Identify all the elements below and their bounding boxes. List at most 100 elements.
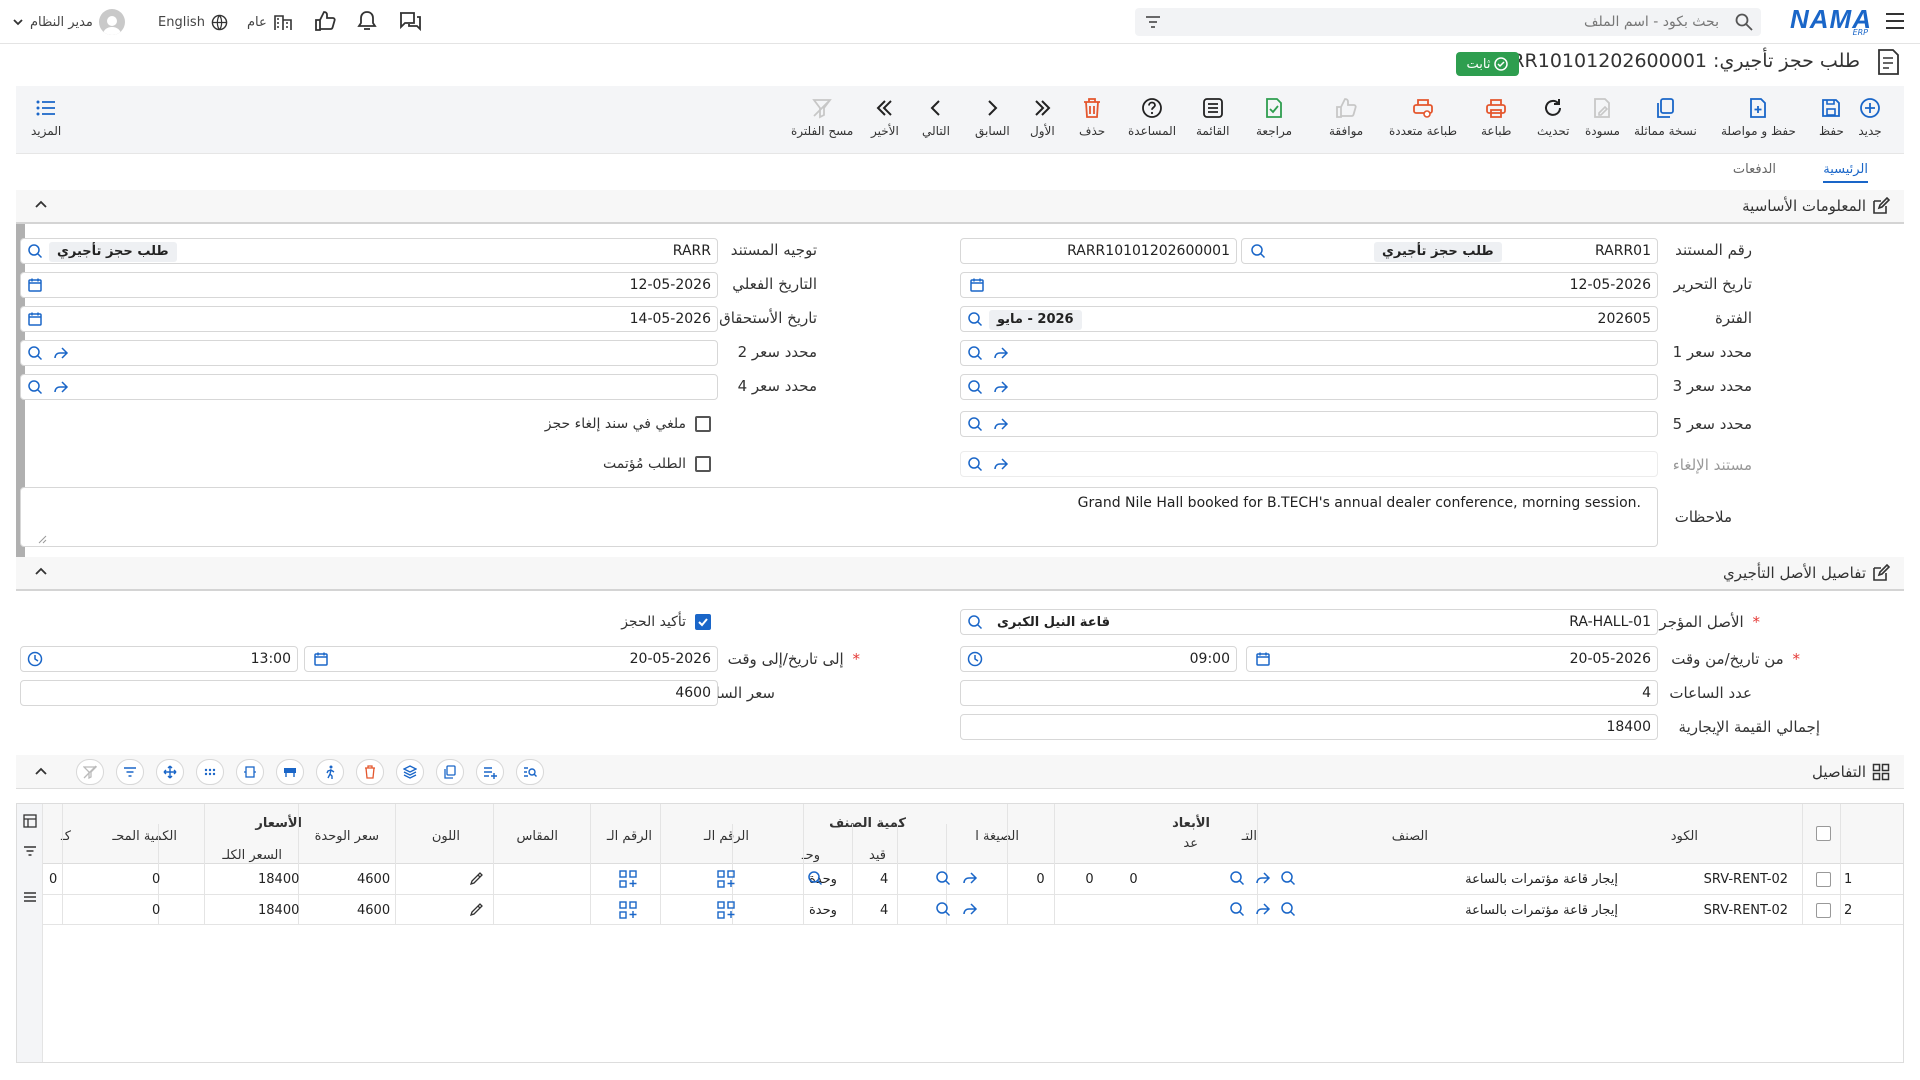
price3-field[interactable] bbox=[960, 374, 1658, 400]
chevron-up-icon[interactable] bbox=[34, 565, 48, 579]
thumbs-up-icon[interactable] bbox=[314, 10, 336, 32]
basic-info-header[interactable]: المعلومات الأساسية bbox=[16, 190, 1904, 224]
last-button[interactable]: الأخير bbox=[871, 96, 899, 138]
calendar-icon[interactable] bbox=[1255, 651, 1271, 667]
refresh-button[interactable]: تحديث bbox=[1537, 96, 1570, 138]
due-date-field[interactable]: 14-05-2026 bbox=[20, 306, 718, 332]
select-all-checkbox[interactable] bbox=[1816, 826, 1831, 841]
search-refresh-icon[interactable] bbox=[807, 870, 823, 886]
add-grid-icon[interactable] bbox=[717, 901, 735, 919]
notes-textarea[interactable]: Grand Nile Hall booked for B.TECH's annu… bbox=[20, 487, 1658, 547]
from-date-field[interactable]: 20-05-2026 bbox=[1246, 646, 1658, 672]
search-refresh-icon[interactable] bbox=[27, 243, 43, 259]
save-continue-button[interactable]: حفظ و مواصلة bbox=[1721, 96, 1796, 138]
automated-checkbox[interactable] bbox=[695, 456, 711, 472]
to-date-field[interactable]: 20-05-2026 bbox=[304, 646, 718, 672]
first-button[interactable]: الأول bbox=[1030, 96, 1055, 138]
delete-row-icon[interactable] bbox=[356, 759, 384, 785]
share-icon[interactable] bbox=[53, 379, 69, 395]
calendar-icon[interactable] bbox=[27, 277, 43, 293]
color-picker-icon[interactable] bbox=[469, 903, 483, 917]
search-refresh-icon[interactable] bbox=[967, 614, 983, 630]
hours-field[interactable]: 4 bbox=[960, 680, 1658, 706]
price1-field[interactable] bbox=[960, 340, 1658, 366]
filter-icon[interactable] bbox=[116, 759, 144, 785]
calendar-icon[interactable] bbox=[313, 651, 329, 667]
col-header-unit-price[interactable]: سعر الوحدة bbox=[315, 829, 379, 844]
share-icon[interactable] bbox=[53, 345, 69, 361]
search-refresh-icon[interactable] bbox=[935, 901, 951, 917]
confirm-booking-checkbox[interactable] bbox=[695, 614, 711, 630]
search-refresh-icon[interactable] bbox=[1250, 243, 1266, 259]
chat-icon[interactable] bbox=[398, 10, 422, 32]
help-button[interactable]: المساعدة bbox=[1128, 96, 1176, 138]
col-header-qty[interactable]: قيد bbox=[869, 848, 886, 863]
prev-button[interactable]: السابق bbox=[975, 96, 1010, 138]
add-grid-icon[interactable] bbox=[717, 870, 735, 888]
clock-icon[interactable] bbox=[27, 651, 43, 667]
asset-field[interactable]: RA-HALL-01 قاعة النيل الكبرى bbox=[960, 609, 1658, 635]
doc-number-field[interactable]: RARR01 طلب حجز تأجيري bbox=[1241, 238, 1658, 264]
clear-filter-button[interactable]: مسح الفلترة bbox=[791, 96, 853, 138]
row-checkbox[interactable] bbox=[1816, 872, 1831, 887]
fit-columns-icon[interactable] bbox=[236, 759, 264, 785]
search-refresh-icon[interactable] bbox=[1280, 870, 1296, 886]
col-header-total-price[interactable]: السعر الكلـ bbox=[222, 848, 282, 863]
resize-handle-icon[interactable] bbox=[37, 534, 47, 544]
search-refresh-icon[interactable] bbox=[1280, 901, 1296, 917]
doc-direction-field[interactable]: RARR طلب حجز تأجيري bbox=[20, 238, 718, 264]
edit-date-field[interactable]: 12-05-2026 bbox=[960, 272, 1658, 298]
clear-filter-icon[interactable] bbox=[76, 759, 104, 785]
cancelled-checkbox[interactable] bbox=[695, 416, 711, 432]
move-icon[interactable] bbox=[156, 759, 184, 785]
search-refresh-icon[interactable] bbox=[967, 416, 983, 432]
dots-grid-icon[interactable] bbox=[196, 759, 224, 785]
to-time-field[interactable]: 13:00 bbox=[20, 646, 298, 672]
price4-field[interactable] bbox=[20, 374, 718, 400]
col-header-qty-req[interactable]: الكمية المحـ bbox=[112, 829, 177, 844]
next-button[interactable]: التالي bbox=[922, 96, 950, 138]
share-icon[interactable] bbox=[993, 345, 1009, 361]
search-refresh-icon[interactable] bbox=[27, 345, 43, 361]
filter-icon[interactable] bbox=[1145, 14, 1161, 30]
approve-button[interactable]: موافقة bbox=[1329, 96, 1363, 138]
layers-icon[interactable] bbox=[396, 759, 424, 785]
general-menu[interactable]: عام bbox=[247, 0, 293, 44]
col-header-color[interactable]: اللون bbox=[432, 829, 460, 844]
nama-logo[interactable]: NAMA ERP bbox=[1790, 4, 1871, 38]
more-button[interactable]: المزيد bbox=[31, 96, 61, 138]
search-refresh-icon[interactable] bbox=[1229, 901, 1245, 917]
rental-header[interactable]: تفاصيل الأصل التأجيري bbox=[16, 557, 1904, 591]
language-switch[interactable]: English bbox=[158, 0, 228, 44]
actual-date-field[interactable]: 12-05-2026 bbox=[20, 272, 718, 298]
save-button[interactable]: حفظ bbox=[1819, 96, 1844, 138]
color-picker-icon[interactable] bbox=[469, 872, 483, 886]
copy-row-icon[interactable] bbox=[436, 759, 464, 785]
price2-field[interactable] bbox=[20, 340, 718, 366]
draft-button[interactable]: مسودة bbox=[1585, 96, 1620, 138]
search-refresh-icon[interactable] bbox=[967, 345, 983, 361]
list-button[interactable]: القائمة bbox=[1196, 96, 1229, 138]
share-icon[interactable] bbox=[962, 901, 978, 917]
col-header-serial1[interactable]: الرقم الـ bbox=[704, 829, 749, 844]
menu-icon[interactable] bbox=[1885, 12, 1905, 30]
row-checkbox[interactable] bbox=[1816, 903, 1831, 918]
similar-copy-button[interactable]: نسخة مماثلة bbox=[1634, 96, 1697, 138]
search-input[interactable]: بحث بكود - اسم الملف bbox=[1584, 8, 1719, 36]
clock-icon[interactable] bbox=[967, 651, 983, 667]
col-header-code[interactable]: الكود bbox=[1671, 829, 1698, 844]
search-refresh-icon[interactable] bbox=[935, 870, 951, 886]
new-button[interactable]: جديد bbox=[1858, 96, 1882, 138]
user-menu[interactable]: مدير النظام bbox=[12, 0, 125, 44]
search-icon[interactable] bbox=[1735, 13, 1753, 31]
search-refresh-icon[interactable] bbox=[27, 379, 43, 395]
search-refresh-icon[interactable] bbox=[1229, 870, 1245, 886]
add-row-icon[interactable] bbox=[476, 759, 504, 785]
menu-lines-icon[interactable] bbox=[23, 890, 37, 904]
period-field[interactable]: 202605 2026 - مايو bbox=[960, 306, 1658, 332]
delete-button[interactable]: حذف bbox=[1079, 96, 1105, 138]
col-header-formula[interactable]: الصيغة ا bbox=[975, 829, 1019, 844]
search-bar[interactable]: بحث بكود - اسم الملف bbox=[1135, 8, 1761, 36]
chevron-up-icon[interactable] bbox=[34, 198, 48, 212]
hour-price-field[interactable]: 4600 bbox=[20, 680, 718, 706]
